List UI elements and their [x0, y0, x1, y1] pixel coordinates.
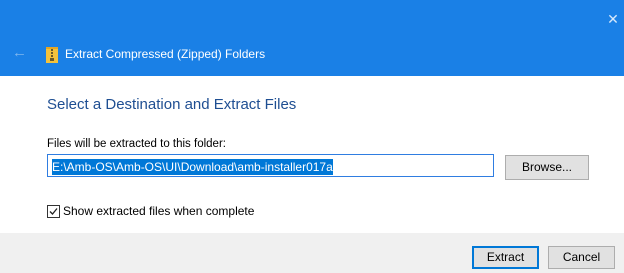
browse-button[interactable]: Browse...: [505, 155, 589, 180]
show-extracted-files-checkbox[interactable]: [47, 205, 60, 218]
destination-path-input[interactable]: E:\Amb-OS\Amb-OS\UI\Download\amb-install…: [47, 154, 494, 177]
cancel-button[interactable]: Cancel: [548, 246, 615, 269]
extract-button[interactable]: Extract: [472, 246, 539, 269]
close-icon[interactable]: ✕: [602, 6, 624, 32]
back-arrow-icon[interactable]: ←: [12, 44, 30, 62]
destination-path-value: E:\Amb-OS\Amb-OS\UI\Download\amb-install…: [52, 159, 333, 175]
extract-dialog: ✕ ← Extract Compressed (Zipped) Folders …: [0, 0, 624, 273]
checkmark-icon: [49, 208, 58, 215]
window-title: Extract Compressed (Zipped) Folders: [65, 47, 266, 61]
page-heading: Select a Destination and Extract Files: [47, 96, 297, 113]
show-extracted-files-label: Show extracted files when complete: [63, 204, 255, 218]
title-bar: ✕ ← Extract Compressed (Zipped) Folders: [0, 0, 624, 76]
zipped-folder-icon: [46, 47, 58, 63]
destination-label: Files will be extracted to this folder:: [47, 138, 226, 150]
